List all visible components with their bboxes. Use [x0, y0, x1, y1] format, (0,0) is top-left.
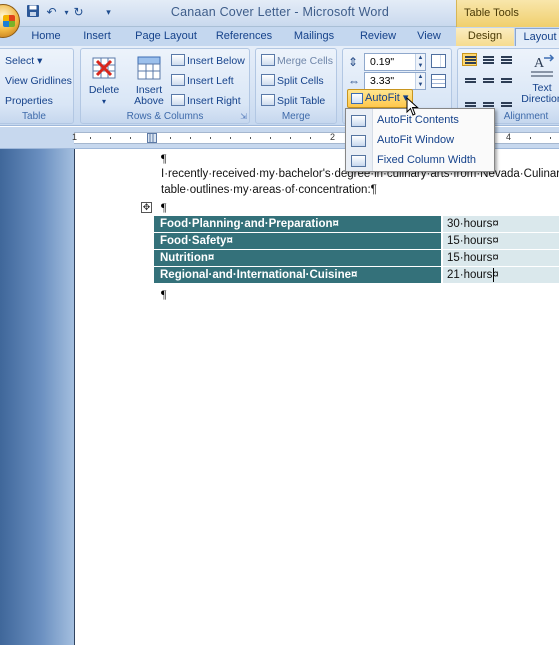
autofit-button[interactable]: AutoFit ▾	[347, 89, 413, 108]
table-column-marker-icon[interactable]	[147, 133, 157, 143]
select-button[interactable]: Select ▾	[5, 53, 42, 69]
column-width-icon: ⇔	[348, 74, 360, 88]
insert-below-icon	[171, 54, 185, 66]
text-direction-button[interactable]: A Text Direction	[518, 53, 559, 105]
align-center-right-icon[interactable]	[498, 73, 513, 86]
align-center-icon[interactable]	[480, 73, 495, 86]
table-cell-subject[interactable]: Nutrition¤	[154, 250, 441, 266]
paragraph-mark: ¶	[161, 151, 167, 165]
tab-design[interactable]: Design	[456, 28, 514, 46]
split-table-button[interactable]: Split Table	[261, 93, 325, 109]
svg-text:A: A	[534, 56, 545, 71]
tab-page-layout[interactable]: Page Layout	[130, 28, 202, 46]
table-group: Select ▾ View Gridlines Properties Table	[0, 48, 74, 124]
alignment-group-label: Alignment	[503, 111, 549, 122]
row-height-field[interactable]: 0.19" ▲ ▼	[364, 53, 426, 71]
merge-group-label: Merge	[281, 111, 311, 122]
window-title: Canaan Cover Letter - Microsoft Word	[170, 5, 390, 19]
tab-mailings[interactable]: Mailings	[288, 28, 340, 46]
tab-layout[interactable]: Layout	[515, 28, 559, 46]
align-bottom-center-icon[interactable]	[480, 95, 495, 108]
tab-review[interactable]: Review	[355, 28, 401, 46]
merge-group: Merge Cells Split Cells Split Table Merg…	[255, 48, 337, 124]
insert-left-icon	[171, 74, 185, 86]
table-cell-subject[interactable]: Food·Planning·and·Preparation¤	[154, 216, 441, 232]
text-cursor	[493, 268, 494, 282]
text-direction-icon: A	[531, 54, 555, 77]
table-cell-subject[interactable]: Food·Safety¤	[154, 233, 441, 249]
tab-insert[interactable]: Insert	[78, 28, 116, 46]
tab-home[interactable]: Home	[28, 28, 64, 46]
ribbon-tabs: Home Insert Page Layout References Maili…	[0, 27, 559, 46]
delete-button[interactable]: Delete ▾	[85, 55, 123, 107]
insert-above-button[interactable]: Insert Above	[129, 55, 169, 107]
insert-left-button[interactable]: Insert Left	[171, 73, 234, 89]
merge-cells-icon	[261, 54, 275, 66]
menu-item-fixed-column-width[interactable]: Fixed Column Width	[346, 151, 494, 171]
table-cell-hours[interactable]: 21·hours¤	[443, 267, 559, 283]
insert-right-button[interactable]: Insert Right	[171, 93, 241, 109]
align-bottom-right-icon[interactable]	[498, 95, 513, 108]
save-icon[interactable]	[24, 4, 41, 21]
menu-item-autofit-contents[interactable]: AutoFit Contents	[346, 111, 494, 131]
fixed-column-width-icon	[351, 155, 366, 167]
align-top-right-icon[interactable]	[498, 53, 513, 66]
column-width-spinner[interactable]: ▲ ▼	[415, 73, 425, 89]
tab-view[interactable]: View	[410, 28, 448, 46]
split-table-icon	[261, 94, 275, 106]
column-width-field[interactable]: 3.33" ▲ ▼	[364, 72, 426, 90]
insert-right-icon	[171, 94, 185, 106]
table-cell-hours[interactable]: 15·hours¤	[443, 250, 559, 266]
table-cell-subject[interactable]: Regional·and·International·Cuisine¤	[154, 267, 441, 283]
split-cells-button[interactable]: Split Cells	[261, 73, 324, 89]
autofit-icon	[351, 93, 363, 104]
insert-above-icon	[137, 56, 161, 80]
align-center-left-icon[interactable]	[462, 73, 477, 86]
row-height-icon: ⇕	[348, 55, 359, 69]
redo-icon[interactable]: ↻	[70, 4, 87, 21]
align-bottom-left-icon[interactable]	[462, 95, 477, 108]
table-group-label: Table	[22, 111, 46, 122]
split-cells-icon	[261, 74, 275, 86]
table-cell-hours[interactable]: 15·hours¤	[443, 233, 559, 249]
align-top-center-icon[interactable]	[480, 53, 495, 66]
distribute-columns-icon[interactable]	[431, 74, 446, 88]
rows-columns-group-label: Rows & Columns	[126, 111, 204, 122]
menu-item-autofit-window[interactable]: AutoFit Window	[346, 131, 494, 151]
ruler-number-1: 1	[72, 132, 78, 142]
title-bar: ↶ ▾ ↻ ▾ Canaan Cover Letter - Microsoft …	[0, 0, 559, 38]
view-gridlines-button[interactable]: View Gridlines	[5, 73, 72, 89]
customize-toolbar-icon[interactable]: ▾	[100, 4, 117, 21]
body-text-line-2[interactable]: table·outlines·my·areas·of·concentration…	[161, 184, 377, 196]
office-logo-icon	[3, 15, 15, 27]
insert-below-button[interactable]: Insert Below	[171, 53, 245, 69]
table-cell-hours[interactable]: 30·hours¤	[443, 216, 559, 232]
dialog-launcher-icon[interactable]: ⇲	[240, 112, 247, 121]
delete-table-icon	[92, 57, 116, 79]
document-background-panel	[0, 149, 74, 645]
merge-cells-button[interactable]: Merge Cells	[261, 53, 333, 69]
autofit-menu: AutoFit Contents AutoFit Window Fixed Co…	[345, 108, 495, 172]
paragraph-mark: ¶	[161, 200, 167, 214]
mouse-pointer-icon	[406, 97, 419, 116]
row-height-spinner[interactable]: ▲ ▼	[415, 54, 425, 70]
distribute-rows-icon[interactable]	[431, 54, 446, 68]
table-tools-context-header: Table Tools	[456, 0, 559, 27]
align-top-left-icon[interactable]	[462, 53, 477, 66]
autofit-contents-icon	[351, 115, 366, 127]
rows-columns-group: Delete ▾ Insert Above Insert Below Insert …	[80, 48, 250, 124]
autofit-window-icon	[351, 135, 366, 147]
ruler-number-4: 4	[506, 132, 512, 142]
properties-button[interactable]: Properties	[5, 93, 53, 109]
tab-references[interactable]: References	[212, 28, 276, 46]
paragraph-mark: ¶	[161, 287, 167, 301]
ruler-number-2: 2	[330, 132, 336, 142]
table-move-handle-icon[interactable]: ✥	[141, 202, 152, 213]
